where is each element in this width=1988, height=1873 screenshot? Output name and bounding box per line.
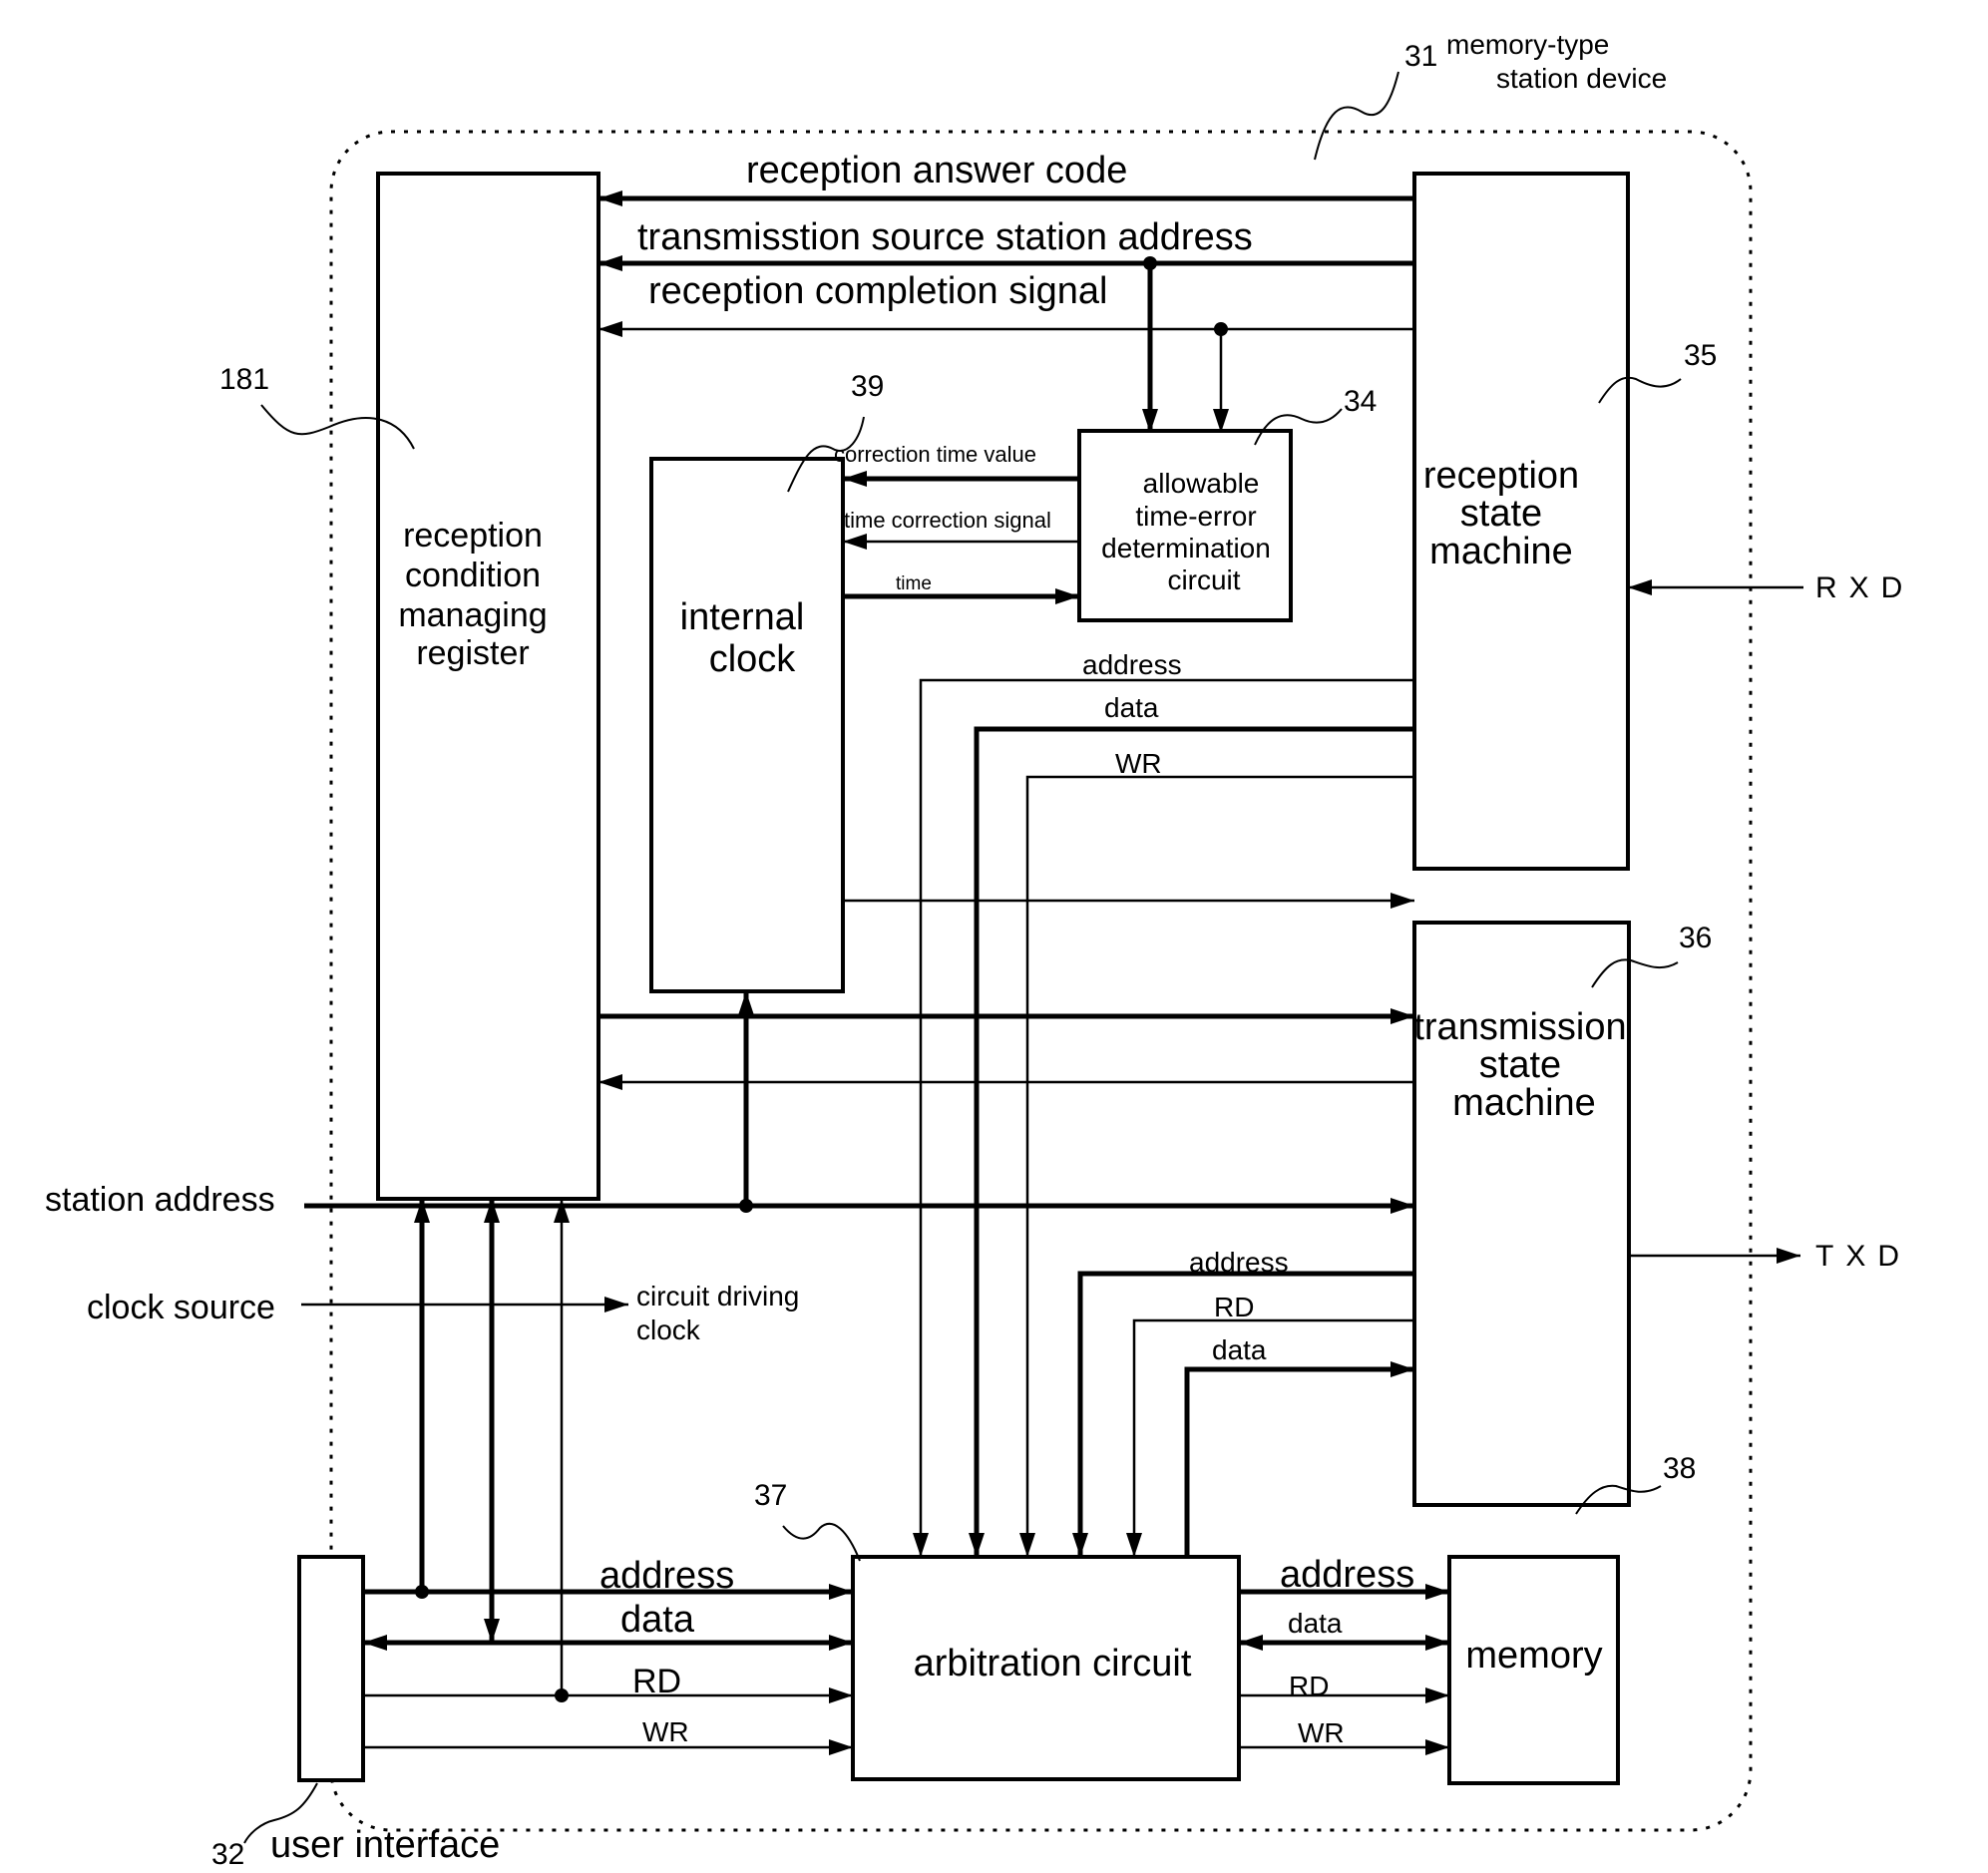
label-tx-address: address <box>1189 1247 1289 1278</box>
label-completion-signal: reception completion signal <box>648 270 1108 312</box>
rx-sm-label-3: machine <box>1429 531 1573 572</box>
block-tx-state-machine: transmission state machine <box>1412 921 1631 1507</box>
label-clock-source: clock source <box>87 1289 275 1326</box>
block-arbitration-circuit: arbitration circuit <box>851 1555 1241 1781</box>
block-register: reception condition managing register <box>376 172 600 1201</box>
block-internal-clock: internal clock <box>649 457 845 993</box>
wire-rx-wr <box>1019 775 1414 1557</box>
wire-rx-data <box>969 726 1414 1557</box>
time-error-label-1: allowable <box>1143 468 1260 499</box>
clock-label-2: clock <box>709 638 797 680</box>
label-rx-data: data <box>1104 692 1159 723</box>
tx-sm-ref: 36 <box>1679 922 1712 954</box>
tx-sm-label-1: transmission <box>1413 1006 1626 1048</box>
arbitration-leader-line <box>782 1522 861 1562</box>
time-error-label-3: determination <box>1101 533 1271 563</box>
rx-sm-ref: 35 <box>1684 339 1717 372</box>
label-txd: TXD <box>1815 1240 1911 1273</box>
label-correction-value: correction time value <box>834 442 1036 467</box>
label-rx-wr: WR <box>1115 748 1162 779</box>
label-ui-data: data <box>620 1599 695 1641</box>
register-label-3: managing <box>398 596 547 634</box>
junction-dot <box>1214 322 1228 336</box>
label-tx-rd: RD <box>1214 1292 1254 1322</box>
device-title-line1: memory-type <box>1446 29 1609 60</box>
label-ui-wr: WR <box>642 1716 689 1747</box>
wire-rx-address <box>913 678 1414 1557</box>
tx-sm-label-2: state <box>1479 1044 1561 1086</box>
time-error-label-4: circuit <box>1167 564 1240 595</box>
device-ref: 31 <box>1404 40 1437 73</box>
clock-ref: 39 <box>851 370 884 403</box>
arbitration-label: arbitration circuit <box>914 1643 1192 1685</box>
label-driving-clock-2: clock <box>636 1314 701 1345</box>
junction-dot <box>1143 256 1157 270</box>
register-label-1: reception <box>403 517 543 555</box>
rx-sm-label-2: state <box>1460 493 1542 535</box>
user-interface-ref: 32 <box>211 1838 244 1871</box>
block-time-error-circuit: allowable time-error determination circu… <box>1077 429 1293 622</box>
register-ref: 181 <box>219 363 269 396</box>
rx-sm-label-1: reception <box>1423 455 1579 497</box>
wire-tx-rd <box>1126 1318 1414 1557</box>
device-leader-line <box>1314 71 1399 161</box>
time-error-label-2: time-error <box>1135 501 1256 532</box>
time-error-ref: 34 <box>1344 385 1377 418</box>
block-memory: memory <box>1447 1555 1620 1785</box>
wire-tx-data <box>1184 1361 1414 1557</box>
label-ui-address: address <box>599 1555 734 1597</box>
memory-ref: 38 <box>1663 1452 1696 1485</box>
label-station-address: station address <box>45 1181 275 1219</box>
user-interface-label: user interface <box>270 1824 500 1866</box>
register-label-4: register <box>416 634 529 672</box>
label-answer-code: reception answer code <box>746 150 1127 191</box>
label-tx-data: data <box>1212 1334 1267 1365</box>
label-mem-wr: WR <box>1298 1717 1345 1748</box>
label-mem-rd: RD <box>1289 1671 1329 1701</box>
label-rx-address: address <box>1082 649 1182 680</box>
label-mem-data: data <box>1288 1608 1343 1639</box>
register-label-2: condition <box>405 557 541 594</box>
memory-label: memory <box>1465 1635 1602 1677</box>
clock-label-1: internal <box>680 596 805 638</box>
device-title-line2: station device <box>1496 63 1667 94</box>
label-time: time <box>896 573 932 594</box>
block-diagram: 31 memory-type station device reception … <box>45 29 1914 1871</box>
tx-sm-label-3: machine <box>1452 1082 1596 1124</box>
block-user-interface <box>297 1555 365 1782</box>
label-rxd: RXD <box>1815 571 1914 604</box>
label-correction-signal: time correction signal <box>844 508 1051 533</box>
label-mem-address: address <box>1280 1554 1414 1596</box>
arbitration-ref: 37 <box>754 1479 787 1512</box>
label-driving-clock-1: circuit driving <box>636 1281 799 1311</box>
label-ui-rd: RD <box>632 1663 681 1700</box>
block-rx-state-machine: reception state machine <box>1412 172 1630 871</box>
label-source-address: transmisstion source station address <box>637 216 1253 258</box>
junction-dot <box>739 1199 753 1213</box>
